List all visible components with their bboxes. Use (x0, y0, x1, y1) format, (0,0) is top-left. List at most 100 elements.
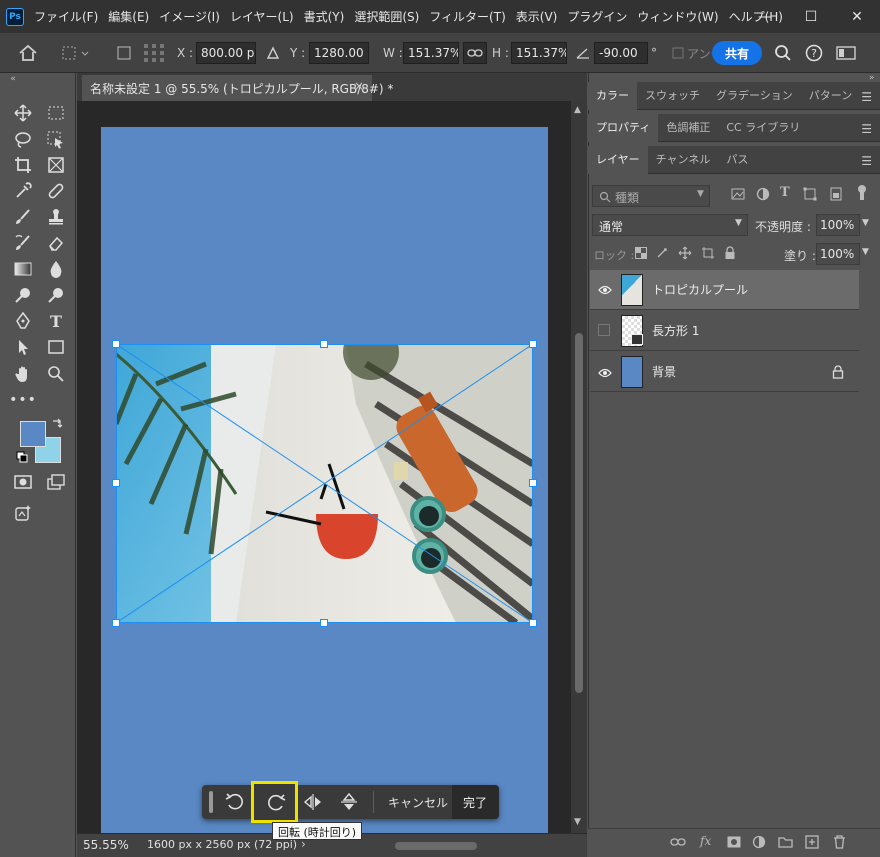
filter-adjustment-icon[interactable] (756, 187, 770, 204)
reference-point-grid-icon[interactable] (142, 42, 166, 64)
filter-toggle[interactable] (857, 184, 867, 200)
tab-patterns[interactable]: パターン (801, 82, 860, 110)
transform-handle-bottom-left[interactable] (112, 619, 120, 627)
minimize-button[interactable]: — (742, 0, 788, 33)
generative-fill-icon[interactable] (12, 502, 34, 524)
workspace-icon[interactable] (836, 42, 856, 64)
transform-handle-bottom[interactable] (320, 619, 328, 627)
rotate-counterclockwise-button[interactable] (224, 791, 246, 816)
transform-handle-left[interactable] (112, 479, 120, 487)
pen-tool-icon[interactable] (12, 310, 34, 332)
zoom-tool-icon[interactable] (45, 363, 67, 385)
menu-layer[interactable]: レイヤー(L) (230, 8, 294, 25)
menu-file[interactable]: ファイル(F) (34, 8, 98, 25)
transform-handle-top-left[interactable] (112, 340, 120, 348)
relative-position-icon[interactable] (266, 42, 280, 64)
type-tool-icon[interactable]: T (45, 310, 67, 332)
object-selection-tool-icon[interactable] (45, 129, 67, 151)
scroll-down-icon[interactable]: ▼ (574, 817, 581, 827)
frame-tool-icon[interactable] (45, 154, 67, 176)
swap-colors-icon[interactable] (50, 416, 64, 430)
lock-position-icon[interactable] (678, 246, 692, 263)
reference-point-checkbox[interactable] (116, 42, 132, 64)
gradient-tool-icon[interactable] (12, 258, 34, 280)
height-input[interactable]: 151.37% (511, 42, 567, 64)
folder-icon[interactable] (778, 836, 793, 851)
trash-icon[interactable] (833, 835, 846, 852)
edit-toolbar-icon[interactable]: ••• (9, 389, 36, 411)
lock-icon[interactable] (832, 365, 844, 382)
quick-mask-icon[interactable] (12, 471, 34, 493)
zoom-level[interactable]: 55.55% (83, 838, 129, 852)
filter-type-icon[interactable]: T (780, 185, 790, 200)
lasso-tool-icon[interactable] (12, 129, 34, 151)
tab-adjustments[interactable]: 色調補正 (658, 114, 718, 142)
menu-plugins[interactable]: プラグイン (567, 8, 627, 25)
x-input[interactable]: 800.00 px (196, 42, 256, 64)
tab-cc-libraries[interactable]: CC ライブラリ (718, 114, 808, 142)
menu-image[interactable]: イメージ(I) (159, 8, 220, 25)
lock-artboard-icon[interactable] (701, 246, 715, 263)
y-input[interactable]: 1280.00 px (309, 42, 369, 64)
share-button[interactable]: 共有 (712, 41, 762, 65)
layer-filter-dropdown[interactable]: 種類 ▼ (592, 185, 710, 207)
tab-properties[interactable]: プロパティ (588, 114, 659, 142)
default-colors-icon[interactable] (15, 450, 29, 464)
transform-handle-top-right[interactable] (529, 340, 537, 348)
clone-stamp-tool-icon[interactable] (45, 206, 67, 228)
rotate-angle-input[interactable]: -90.00 (594, 42, 648, 64)
menu-filter[interactable]: フィルター(T) (429, 8, 505, 25)
link-icon[interactable] (670, 836, 686, 851)
eraser-tool-icon[interactable] (45, 232, 67, 254)
filter-smart-object-icon[interactable] (829, 187, 843, 204)
layer-name[interactable]: 背景 (652, 363, 676, 380)
eyedropper-tool-icon[interactable] (12, 180, 34, 202)
tab-color[interactable]: カラー (588, 82, 637, 110)
close-window-button[interactable]: ✕ (834, 0, 880, 33)
antialias-checkbox[interactable] (672, 42, 684, 64)
close-tab-icon[interactable]: × (354, 79, 364, 93)
new-layer-icon[interactable] (805, 835, 819, 852)
adjustment-icon[interactable] (752, 835, 766, 852)
foreground-color-swatch[interactable] (20, 421, 46, 447)
menu-select[interactable]: 選択範囲(S) (354, 8, 419, 25)
transform-handle-right[interactable] (529, 479, 537, 487)
link-proportions-icon[interactable] (463, 42, 487, 64)
fill-input[interactable]: 100% (816, 243, 860, 265)
rotate-clockwise-button[interactable] (251, 781, 298, 823)
marquee-tool-icon[interactable] (45, 102, 67, 124)
flip-vertical-button[interactable] (338, 791, 360, 816)
drag-handle[interactable] (209, 791, 213, 813)
help-icon[interactable]: ? (805, 42, 823, 64)
chevron-down-icon[interactable]: ▼ (862, 218, 869, 228)
horizontal-scrollbar-thumb[interactable] (395, 842, 477, 850)
filter-pixel-icon[interactable] (731, 187, 745, 204)
blur-tool-icon[interactable] (45, 258, 67, 280)
lock-transparent-icon[interactable] (635, 247, 647, 262)
flip-horizontal-button[interactable] (302, 791, 324, 816)
filter-shape-icon[interactable] (803, 187, 817, 204)
rectangle-tool-icon[interactable] (45, 336, 67, 358)
search-icon[interactable] (774, 42, 792, 64)
cancel-button[interactable]: キャンセル (388, 794, 448, 811)
tab-swatches[interactable]: スウォッチ (637, 82, 708, 110)
visibility-toggle-off[interactable] (598, 324, 610, 336)
menu-edit[interactable]: 編集(E) (108, 8, 149, 25)
transform-handle-top[interactable] (320, 340, 328, 348)
tab-channels[interactable]: チャンネル (648, 146, 719, 174)
layer-name[interactable]: トロピカルプール (652, 281, 748, 298)
healing-brush-tool-icon[interactable] (45, 180, 67, 202)
scroll-up-icon[interactable]: ▲ (574, 105, 581, 115)
mask-icon[interactable] (727, 836, 741, 851)
done-button[interactable]: 完了 (452, 785, 499, 819)
fx-icon[interactable]: fx (700, 834, 711, 848)
tropical-pool-photo[interactable] (116, 344, 533, 623)
menu-window[interactable]: ウィンドウ(W) (637, 8, 718, 25)
chevron-down-icon[interactable]: ▼ (862, 247, 869, 257)
menu-type[interactable]: 書式(Y) (304, 8, 345, 25)
dodge-tool-icon[interactable] (12, 284, 34, 306)
layer-item-rectangle-1[interactable]: 長方形 1 (590, 311, 859, 351)
path-selection-tool-icon[interactable] (12, 336, 34, 358)
layer-item-background[interactable]: 背景 (590, 352, 859, 392)
home-icon[interactable] (18, 42, 38, 64)
